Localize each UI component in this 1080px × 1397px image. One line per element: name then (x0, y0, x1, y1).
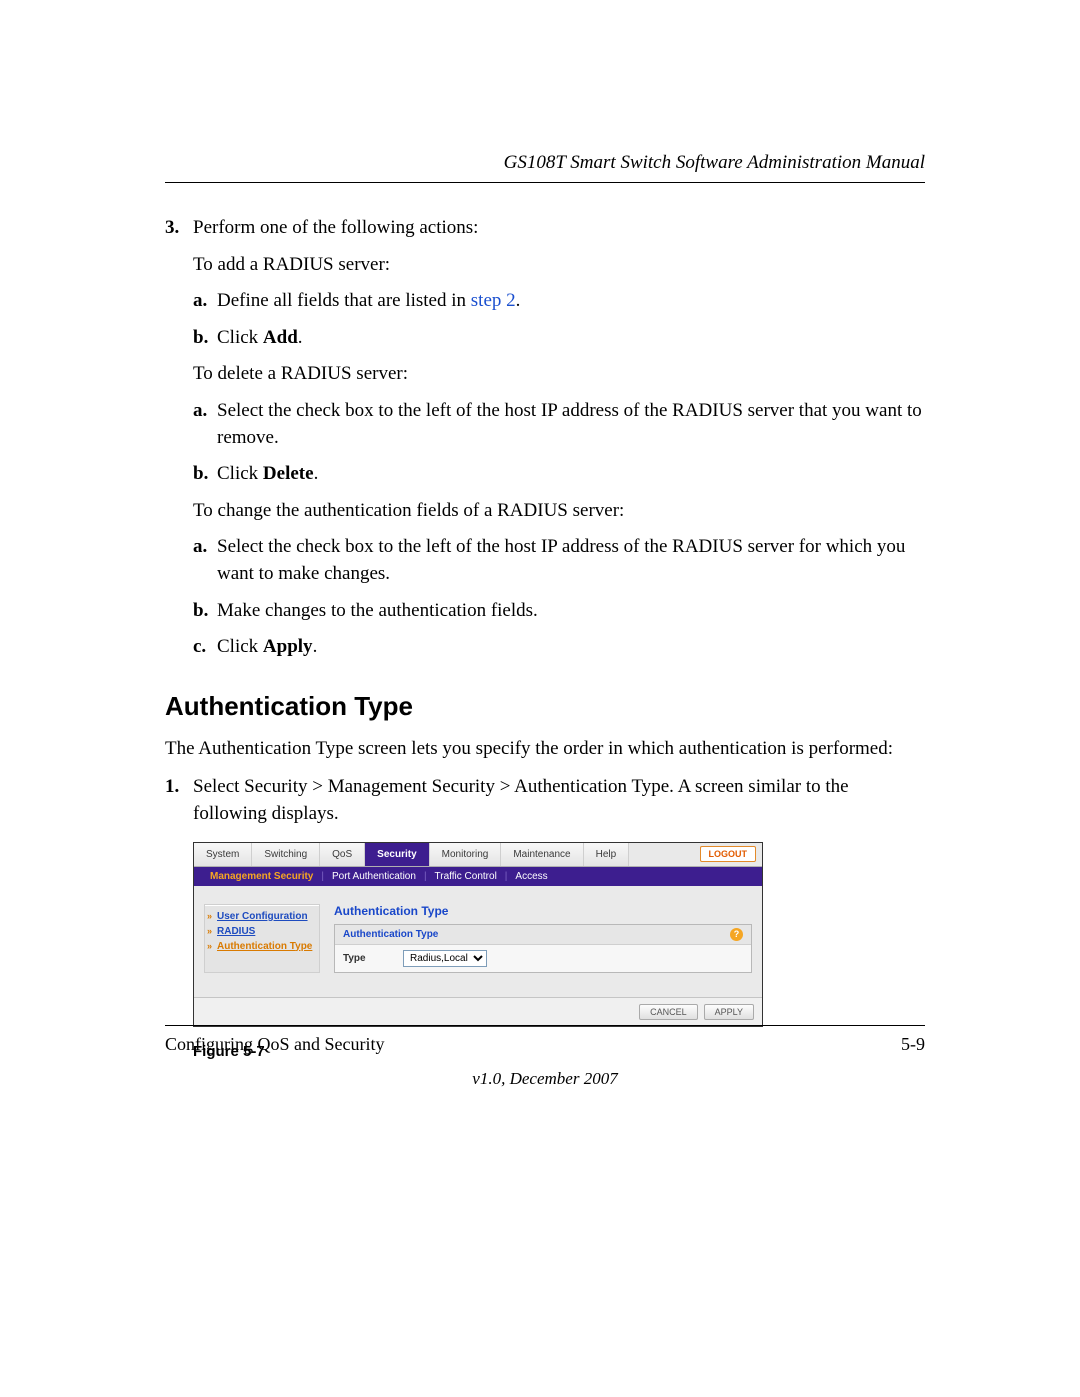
tab-qos[interactable]: QoS (320, 843, 365, 866)
text-pre: Define all fields that are listed in (217, 290, 471, 311)
tab-monitoring[interactable]: Monitoring (430, 843, 502, 866)
step-3a-add: a. Define all fields that are listed in … (193, 288, 925, 315)
change-radius-lead: To change the authentication fields of a… (193, 498, 925, 525)
subnav-sep: | (321, 871, 324, 882)
sub-body: Select the check box to the left of the … (217, 398, 925, 451)
tab-system[interactable]: System (194, 843, 252, 866)
sub-body: Make changes to the authentication field… (217, 598, 925, 625)
footer-rule (165, 1025, 925, 1026)
main-panel: Authentication Type Authentication Type … (334, 904, 752, 973)
auth-step-1-number: 1. (165, 774, 193, 827)
step-3: 3. Perform one of the following actions: (165, 215, 925, 242)
step-3a-delete: a. Select the check box to the left of t… (193, 398, 925, 451)
sub-body: Click Add. (217, 325, 925, 352)
delete-bold: Delete (263, 463, 314, 484)
text-post: . (313, 636, 318, 657)
sub-letter: b. (193, 325, 217, 352)
tab-help[interactable]: Help (584, 843, 630, 866)
subnav-sep: | (424, 871, 427, 882)
sub-body: Select the check box to the left of the … (217, 534, 925, 587)
step-3-number: 3. (165, 215, 193, 242)
step-3a-change: a. Select the check box to the left of t… (193, 534, 925, 587)
text-post: . (516, 290, 521, 311)
panel-box: Authentication Type ? Type Radius,Local (334, 924, 752, 973)
tab-switching[interactable]: Switching (252, 843, 320, 866)
subnav-management-security[interactable]: Management Security (204, 871, 319, 882)
page-footer: Configuring QoS and Security 5-9 v1.0, D… (165, 1025, 925, 1089)
section-heading-authentication-type: Authentication Type (165, 691, 925, 722)
text-pre: Click (217, 327, 263, 348)
footer-chapter-title: Configuring QoS and Security (165, 1034, 384, 1055)
text-post: . (298, 327, 303, 348)
sub-letter: b. (193, 598, 217, 625)
row-label-type: Type (343, 953, 403, 964)
sub-letter: b. (193, 461, 217, 488)
footer-page-number: 5-9 (901, 1034, 925, 1055)
auth-step-1-text: Select Security > Management Security > … (193, 774, 925, 827)
text-pre: Click (217, 636, 263, 657)
step-3b-delete: b. Click Delete. (193, 461, 925, 488)
step-3b-change: b. Make changes to the authentication fi… (193, 598, 925, 625)
ui-screenshot: System Switching QoS Security Monitoring… (193, 842, 763, 1027)
sidemenu-user-configuration[interactable]: User Configuration (209, 909, 315, 924)
sub-letter: a. (193, 534, 217, 587)
screenshot-body: User Configuration RADIUS Authentication… (194, 886, 762, 997)
sub-body: Click Apply. (217, 634, 925, 661)
step-3c-change: c. Click Apply. (193, 634, 925, 661)
sub-letter: a. (193, 398, 217, 451)
help-icon[interactable]: ? (730, 928, 743, 941)
footer-version: v1.0, December 2007 (165, 1069, 925, 1089)
header-rule (165, 182, 925, 183)
panel-box-header: Authentication Type ? (335, 925, 751, 945)
panel-row-type: Type Radius,Local (335, 945, 751, 972)
sidemenu-radius[interactable]: RADIUS (209, 924, 315, 939)
subnav-port-authentication[interactable]: Port Authentication (326, 871, 422, 882)
section-intro: The Authentication Type screen lets you … (165, 736, 925, 763)
sub-letter: c. (193, 634, 217, 661)
add-radius-lead: To add a RADIUS server: (193, 252, 925, 279)
logout-button[interactable]: LOGOUT (700, 846, 757, 862)
tab-maintenance[interactable]: Maintenance (501, 843, 583, 866)
sub-letter: a. (193, 288, 217, 315)
subnav-access[interactable]: Access (509, 871, 553, 882)
delete-radius-lead: To delete a RADIUS server: (193, 361, 925, 388)
side-menu: User Configuration RADIUS Authentication… (204, 904, 320, 973)
page-header-title: GS108T Smart Switch Software Administrat… (165, 152, 925, 174)
apply-button[interactable]: APPLY (704, 1004, 754, 1020)
apply-bold: Apply (263, 636, 313, 657)
cancel-button[interactable]: CANCEL (639, 1004, 698, 1020)
sub-nav: Management Security| Port Authentication… (194, 867, 762, 886)
sub-body: Click Delete. (217, 461, 925, 488)
screenshot-footer: CANCEL APPLY (194, 997, 762, 1026)
authentication-type-select[interactable]: Radius,Local (403, 950, 487, 967)
auth-step-1: 1. Select Security > Management Security… (165, 774, 925, 827)
subnav-traffic-control[interactable]: Traffic Control (429, 871, 503, 882)
main-tab-bar: System Switching QoS Security Monitoring… (194, 843, 762, 867)
step-3b-add: b. Click Add. (193, 325, 925, 352)
text-post: . (314, 463, 319, 484)
sidemenu-authentication-type[interactable]: Authentication Type (209, 939, 315, 954)
panel-box-title: Authentication Type (343, 929, 438, 940)
text-pre: Click (217, 463, 263, 484)
sub-body: Define all fields that are listed in ste… (217, 288, 925, 315)
subnav-sep: | (505, 871, 508, 882)
step2-link[interactable]: step 2 (471, 290, 516, 311)
tab-security[interactable]: Security (365, 843, 429, 866)
step-3-lead: Perform one of the following actions: (193, 215, 925, 242)
add-bold: Add (263, 327, 298, 348)
panel-title: Authentication Type (334, 904, 752, 918)
